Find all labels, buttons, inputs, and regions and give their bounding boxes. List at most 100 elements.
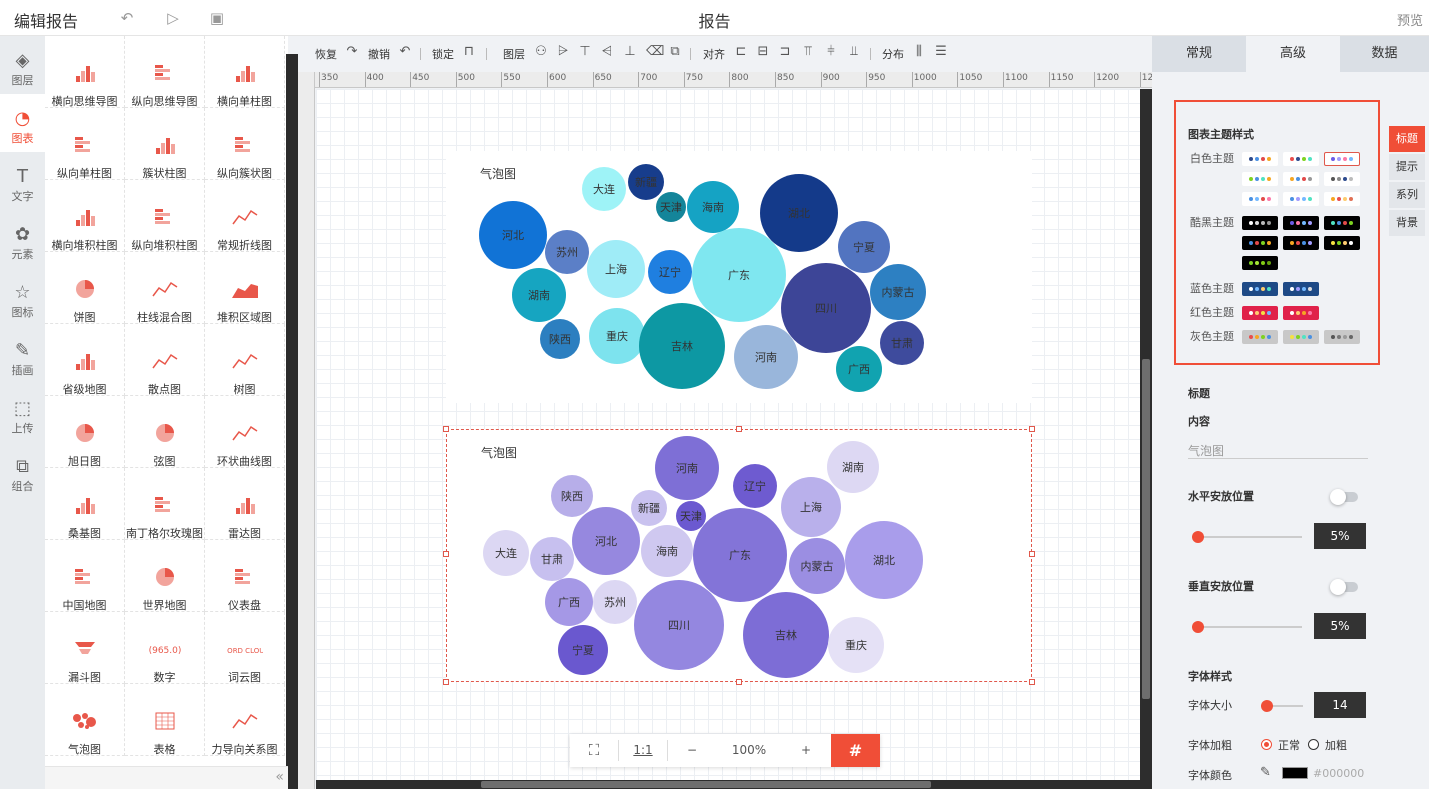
bubble[interactable]: 内蒙古 [870, 264, 926, 320]
resize-handle[interactable] [1029, 551, 1035, 557]
font-color-value[interactable]: #000000 [1313, 767, 1364, 780]
tab-general[interactable]: 常规 [1152, 36, 1246, 72]
canvas-horizontal-scrollbar[interactable] [316, 780, 1140, 789]
distribute-h-icon[interactable]: ⫼ [912, 44, 926, 60]
resize-handle[interactable] [1029, 679, 1035, 685]
bubble[interactable]: 新疆 [628, 164, 664, 200]
theme-swatch[interactable] [1242, 282, 1278, 296]
bubble[interactable]: 陕西 [540, 319, 580, 359]
bubble[interactable]: 甘肃 [880, 321, 924, 365]
bubble[interactable]: 海南 [687, 181, 739, 233]
bubble[interactable]: 湖南 [512, 268, 566, 322]
redo-icon[interactable]: ↷ [345, 44, 359, 60]
vpos-value[interactable]: 5% [1314, 613, 1366, 639]
hpos-slider[interactable] [1192, 531, 1302, 543]
theme-swatch[interactable] [1283, 306, 1319, 320]
palette-item[interactable]: 纵向思维导图 [125, 36, 205, 108]
theme-swatch[interactable] [1242, 306, 1278, 320]
bubble[interactable]: 重庆 [589, 308, 645, 364]
canvas-vertical-scrollbar[interactable] [1140, 89, 1152, 789]
bubble[interactable]: 重庆 [828, 617, 884, 673]
copy-icon[interactable]: ⧉ [668, 44, 682, 60]
bubble[interactable]: 上海 [781, 477, 841, 537]
palette-item[interactable]: WORD CLOUD 词云图 [205, 612, 285, 684]
theme-swatch[interactable] [1242, 236, 1278, 250]
undo-arrow-icon[interactable]: ↶ [118, 9, 136, 27]
theme-swatch[interactable] [1242, 330, 1278, 344]
zoom-in-button[interactable]: + [782, 734, 830, 767]
hpos-value[interactable]: 5% [1314, 523, 1366, 549]
bubble[interactable]: 内蒙古 [789, 538, 845, 594]
grid-toggle-icon[interactable]: # [831, 734, 880, 767]
palette-item[interactable]: 常规折线图 [205, 180, 285, 252]
resize-handle[interactable] [443, 426, 449, 432]
layer-bring-up-icon[interactable]: ⩥ [556, 44, 570, 60]
bubble[interactable]: 吉林 [639, 303, 725, 389]
preview-button[interactable]: 预览 [1397, 10, 1423, 29]
align-middle-icon[interactable]: ⫩ [824, 44, 838, 60]
palette-item[interactable]: 弦图 [125, 396, 205, 468]
weight-normal-label[interactable]: 正常 [1278, 737, 1300, 753]
bubble[interactable]: 广西 [545, 578, 593, 626]
palette-item[interactable]: 横向单柱图 [205, 36, 285, 108]
bubble[interactable]: 海南 [641, 525, 693, 577]
bubble[interactable]: 甘肃 [530, 537, 574, 581]
theme-swatch[interactable] [1324, 152, 1360, 166]
theme-swatch[interactable] [1242, 192, 1278, 206]
bubble[interactable]: 四川 [781, 263, 871, 353]
theme-swatch[interactable] [1324, 192, 1360, 206]
layer-top-icon[interactable]: ⊤ [578, 44, 592, 60]
undo-icon[interactable]: ↶ [398, 44, 412, 60]
palette-item[interactable]: 纵向堆积柱图 [125, 180, 205, 252]
nav-item-0[interactable]: ◈ 图层 [0, 36, 45, 94]
side-tab-background[interactable]: 背景 [1389, 210, 1425, 236]
font-size-slider[interactable] [1261, 700, 1303, 712]
theme-swatch[interactable] [1283, 172, 1319, 186]
zoom-out-button[interactable]: − [668, 734, 716, 767]
bubble[interactable]: 河北 [479, 201, 547, 269]
palette-item[interactable]: 饼图 [45, 252, 125, 324]
palette-item[interactable]: 仪表盘 [205, 540, 285, 612]
theme-swatch[interactable] [1324, 236, 1360, 250]
palette-item[interactable]: 横向堆积柱图 [45, 180, 125, 252]
bubble[interactable]: 苏州 [545, 230, 589, 274]
palette-item[interactable]: 树图 [205, 324, 285, 396]
weight-bold-radio[interactable] [1308, 739, 1319, 750]
bubble[interactable]: 上海 [587, 240, 645, 298]
resize-handle[interactable] [736, 679, 742, 685]
bubble[interactable]: 广东 [692, 228, 786, 322]
palette-item[interactable]: 桑基图 [45, 468, 125, 540]
theme-swatch[interactable] [1283, 236, 1319, 250]
weight-bold-label[interactable]: 加粗 [1325, 737, 1347, 753]
theme-swatch[interactable] [1324, 330, 1360, 344]
bubble[interactable]: 辽宁 [648, 250, 692, 294]
theme-swatch[interactable] [1283, 282, 1319, 296]
theme-swatch[interactable] [1283, 152, 1319, 166]
resize-handle[interactable] [443, 551, 449, 557]
bubble[interactable]: 辽宁 [733, 464, 777, 508]
hpos-toggle[interactable] [1330, 489, 1358, 505]
bubble[interactable]: 河南 [734, 325, 798, 389]
bubble[interactable]: 河北 [572, 507, 640, 575]
collapse-chevron-icon[interactable]: « [275, 769, 284, 785]
palette-item[interactable]: 旭日图 [45, 396, 125, 468]
theme-swatch[interactable] [1283, 330, 1319, 344]
layer-bottom-icon[interactable]: ⊥ [623, 44, 637, 60]
bubble[interactable]: 湖南 [827, 441, 879, 493]
palette-item[interactable]: 表格 [125, 684, 205, 756]
palette-item[interactable]: 散点图 [125, 324, 205, 396]
scroll-thumb[interactable] [1142, 359, 1150, 699]
bubble[interactable]: 广西 [836, 346, 882, 392]
bubble[interactable]: 陕西 [551, 475, 593, 517]
vpos-slider[interactable] [1192, 621, 1302, 633]
layer-down-icon[interactable]: ⩤ [600, 44, 614, 60]
theme-swatch[interactable] [1324, 172, 1360, 186]
palette-item[interactable]: 省级地图 [45, 324, 125, 396]
bubble[interactable]: 宁夏 [558, 625, 608, 675]
bubble[interactable]: 苏州 [593, 580, 637, 624]
tab-data[interactable]: 数据 [1340, 36, 1429, 72]
bubble[interactable]: 河南 [655, 436, 719, 500]
nav-item-7[interactable]: ⧉ 组合 [0, 442, 45, 500]
lock-button[interactable]: 锁定 [432, 46, 454, 62]
align-right-icon[interactable]: ⊐ [778, 44, 792, 60]
